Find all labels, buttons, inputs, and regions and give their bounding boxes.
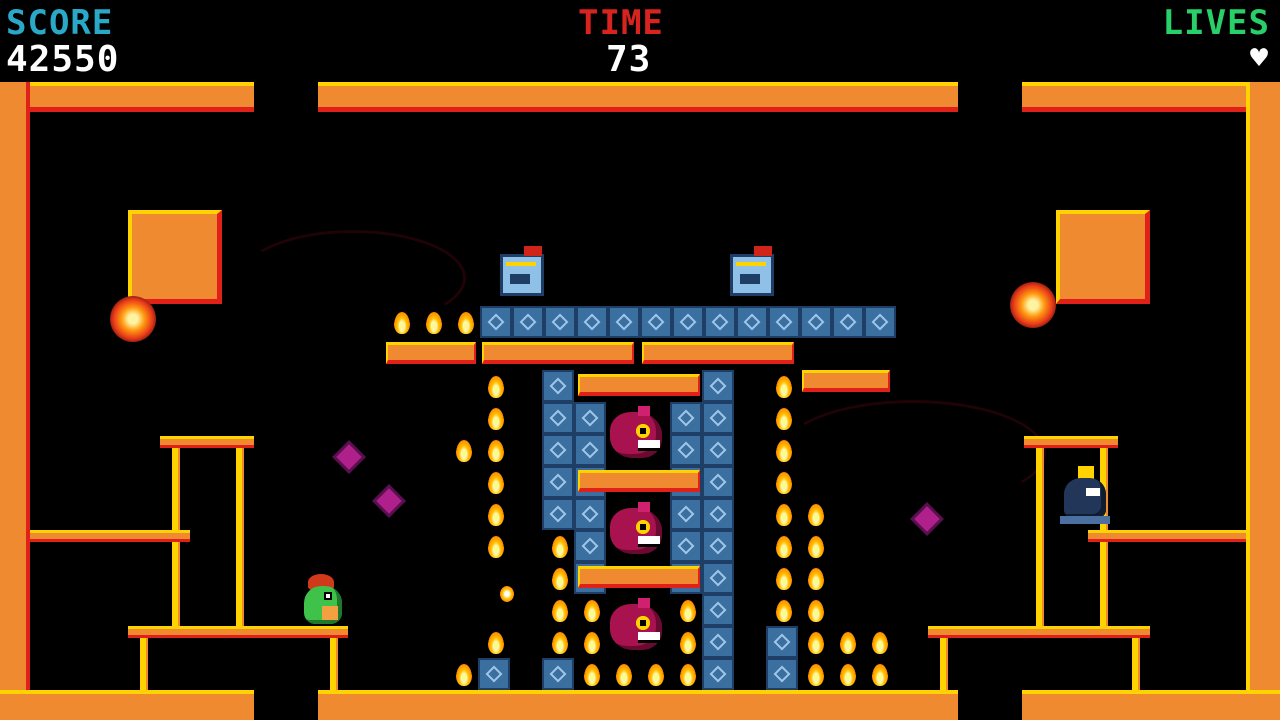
post bbox=[940, 638, 946, 690]
floating-block-right bbox=[1056, 210, 1150, 304]
fireball-left bbox=[110, 296, 156, 342]
platform-top-3 bbox=[642, 342, 794, 364]
purple-spark bbox=[914, 506, 940, 532]
platform-top-1 bbox=[386, 342, 476, 364]
robot-enemy bbox=[726, 246, 778, 298]
fire-column-left bbox=[446, 370, 510, 562]
time-label: TIME bbox=[578, 3, 664, 43]
floor-center bbox=[318, 690, 958, 720]
post bbox=[330, 638, 336, 690]
post bbox=[140, 638, 146, 690]
tower-shelf-2 bbox=[578, 470, 700, 492]
floating-block-left bbox=[128, 210, 222, 304]
tower-right-column bbox=[670, 370, 734, 690]
player-dragon bbox=[296, 572, 352, 628]
purple-spark bbox=[336, 444, 362, 470]
tower-left-column bbox=[542, 370, 606, 690]
small-flame bbox=[500, 586, 514, 602]
life-heart-icon: ♥ bbox=[1249, 41, 1268, 76]
robot-enemy bbox=[496, 246, 548, 298]
ledge-left-mid bbox=[30, 530, 190, 542]
bird-enemy bbox=[608, 502, 666, 556]
left-wall bbox=[0, 82, 30, 720]
fire-column-right bbox=[766, 370, 830, 690]
tile-stack-left bbox=[446, 626, 510, 690]
ledge-left-high bbox=[160, 436, 254, 448]
tower-bottom-row bbox=[606, 658, 670, 690]
tile-stack-right bbox=[830, 626, 894, 690]
bird-enemy bbox=[608, 598, 666, 652]
floor-left bbox=[0, 690, 254, 720]
post bbox=[1132, 638, 1138, 690]
ledge-right-high bbox=[1024, 436, 1118, 448]
purple-spark bbox=[376, 488, 402, 514]
post bbox=[236, 448, 242, 628]
ledge-right-mid bbox=[1088, 530, 1246, 542]
tower-shelf-1 bbox=[578, 374, 700, 396]
tower-shelf-3 bbox=[578, 566, 700, 588]
floor-right bbox=[1022, 690, 1280, 720]
ledge-right-low bbox=[928, 626, 1150, 638]
ghost-enemy bbox=[1058, 466, 1116, 530]
tile-row-top bbox=[384, 306, 896, 338]
top-wall-right bbox=[1022, 82, 1280, 112]
score-value: 42550 bbox=[6, 39, 120, 80]
right-wall bbox=[1246, 82, 1280, 720]
time-value: 73 bbox=[606, 39, 652, 80]
platform-top-2 bbox=[482, 342, 634, 364]
bird-enemy bbox=[608, 406, 666, 460]
top-wall-center bbox=[318, 82, 958, 112]
post bbox=[1036, 448, 1042, 628]
lives-label: LIVES bbox=[1162, 3, 1270, 43]
score-label: SCORE bbox=[6, 3, 114, 43]
top-wall-left bbox=[0, 82, 254, 112]
fireball-right bbox=[1010, 282, 1056, 328]
